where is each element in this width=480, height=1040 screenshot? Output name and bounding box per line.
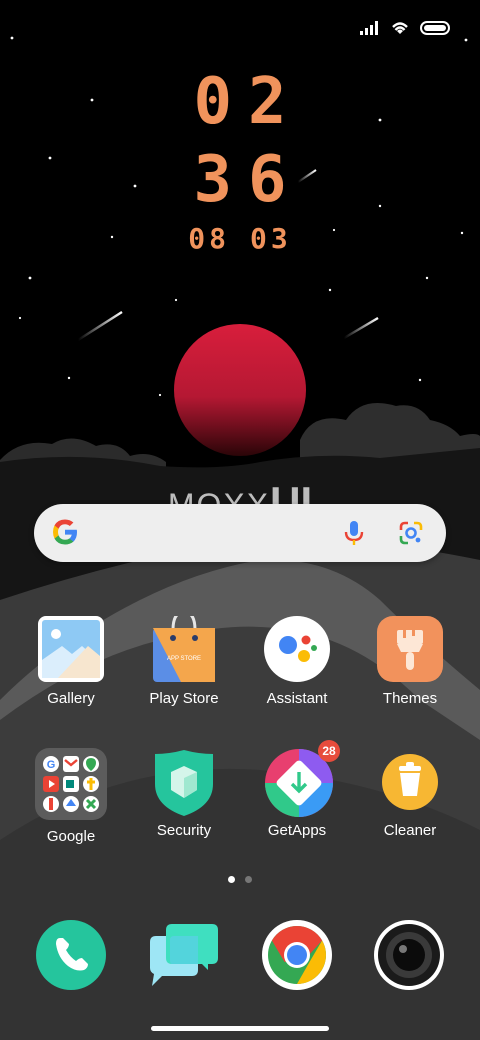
- page-indicator: [0, 876, 480, 883]
- date-month: 08: [188, 222, 230, 255]
- bag-text: APP STORE: [167, 656, 201, 662]
- camera-icon: [374, 920, 444, 990]
- google-g-icon: [53, 519, 77, 545]
- phone-icon: [36, 920, 106, 990]
- dock-messages[interactable]: [148, 924, 218, 994]
- wifi-icon: [392, 22, 408, 34]
- app-label: Security: [156, 822, 212, 839]
- clock-date[interactable]: 08 03: [0, 222, 480, 256]
- page-dot-1[interactable]: [228, 876, 235, 883]
- svg-text:G: G: [47, 759, 56, 771]
- app-label: Gallery: [47, 690, 95, 707]
- signal-icon: [360, 21, 378, 35]
- microphone-icon[interactable]: [342, 519, 366, 547]
- home-screen: 02 36 0803 MOXXUI: [0, 0, 480, 1040]
- battery-icon: [420, 21, 450, 35]
- security-shield-icon: [151, 748, 217, 816]
- google-folder-icon: G: [35, 748, 107, 820]
- app-themes[interactable]: Themes: [354, 616, 466, 707]
- app-label: Play Store: [149, 690, 219, 707]
- app-label: Assistant: [266, 690, 328, 707]
- getapps-icon: 28: [264, 740, 340, 817]
- app-label: GetApps: [267, 822, 327, 839]
- themes-brush-icon: [377, 616, 443, 682]
- clock-minute[interactable]: 36: [0, 142, 480, 218]
- notification-badge: 28: [318, 740, 340, 762]
- app-gallery[interactable]: Gallery: [15, 616, 127, 707]
- app-label: Google: [46, 828, 96, 845]
- google-search-bar[interactable]: [34, 504, 446, 562]
- status-bar: [360, 14, 452, 42]
- app-play-store[interactable]: APP STORE Play Store: [128, 610, 240, 707]
- dock-phone[interactable]: [36, 920, 106, 990]
- app-label: Cleaner: [383, 822, 437, 839]
- app-assistant[interactable]: Assistant: [241, 616, 353, 707]
- gallery-icon: [38, 616, 104, 682]
- assistant-icon: [264, 616, 330, 682]
- dock-chrome[interactable]: [262, 920, 332, 990]
- app-security[interactable]: Security: [128, 748, 240, 839]
- page-dot-2[interactable]: [245, 876, 252, 883]
- google-lens-icon[interactable]: [398, 520, 424, 546]
- date-day: 03: [250, 222, 292, 255]
- app-getapps[interactable]: 28 GetApps: [241, 740, 353, 839]
- cleaner-bin-icon: [377, 748, 443, 814]
- dock-camera[interactable]: [374, 920, 444, 990]
- home-gesture-bar[interactable]: [151, 1026, 329, 1031]
- app-cleaner[interactable]: Cleaner: [354, 748, 466, 839]
- clock-hour[interactable]: 02: [0, 64, 480, 140]
- folder-google[interactable]: G Google: [15, 748, 127, 845]
- chrome-icon: [262, 920, 332, 990]
- play-store-bag-icon: APP STORE: [151, 610, 217, 682]
- app-label: Themes: [382, 690, 438, 707]
- messages-icon: [148, 924, 218, 994]
